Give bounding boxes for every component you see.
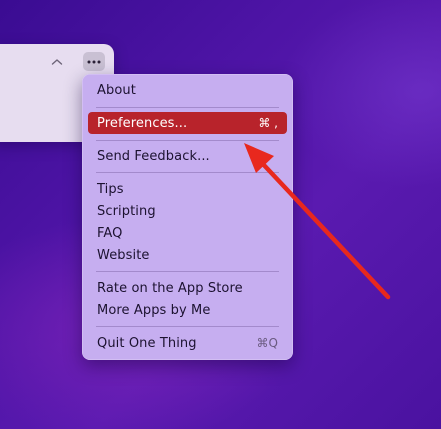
- menu-item-label: Send Feedback...: [97, 148, 210, 164]
- menu-item-quit[interactable]: Quit One Thing ⌘Q: [88, 332, 287, 354]
- menu-item-label: Scripting: [97, 203, 156, 219]
- menu-item-label: Website: [97, 247, 150, 263]
- menu-item-more-apps[interactable]: More Apps by Me: [88, 299, 287, 321]
- menu-separator: [96, 172, 279, 173]
- menu-item-label: More Apps by Me: [97, 302, 211, 318]
- app-menu: About Preferences... ⌘ , Send Feedback..…: [82, 74, 293, 360]
- menu-item-shortcut: ⌘Q: [256, 336, 278, 350]
- ellipsis-icon: [87, 60, 101, 63]
- menu-separator: [96, 140, 279, 141]
- more-options-button[interactable]: [83, 52, 105, 71]
- menu-item-label: FAQ: [97, 225, 123, 241]
- menu-separator: [96, 326, 279, 327]
- menu-item-label: Preferences...: [97, 115, 188, 131]
- menu-item-faq[interactable]: FAQ: [88, 222, 287, 244]
- menu-item-label: Rate on the App Store: [97, 280, 243, 296]
- menu-item-label: About: [97, 82, 136, 98]
- menu-item-preferences[interactable]: Preferences... ⌘ ,: [88, 112, 287, 134]
- menu-item-scripting[interactable]: Scripting: [88, 200, 287, 222]
- menu-item-tips[interactable]: Tips: [88, 178, 287, 200]
- menu-item-shortcut: ⌘ ,: [258, 116, 278, 130]
- menu-item-rate-app-store[interactable]: Rate on the App Store: [88, 277, 287, 299]
- menu-item-send-feedback[interactable]: Send Feedback...: [88, 145, 287, 167]
- chevron-up-icon[interactable]: [50, 54, 64, 68]
- menu-item-label: Quit One Thing: [97, 335, 197, 351]
- menu-item-label: Tips: [97, 181, 124, 197]
- desktop-background: About Preferences... ⌘ , Send Feedback..…: [0, 0, 441, 429]
- menu-separator: [96, 271, 279, 272]
- menu-separator: [96, 107, 279, 108]
- menu-item-website[interactable]: Website: [88, 244, 287, 266]
- menu-item-about[interactable]: About: [88, 79, 287, 101]
